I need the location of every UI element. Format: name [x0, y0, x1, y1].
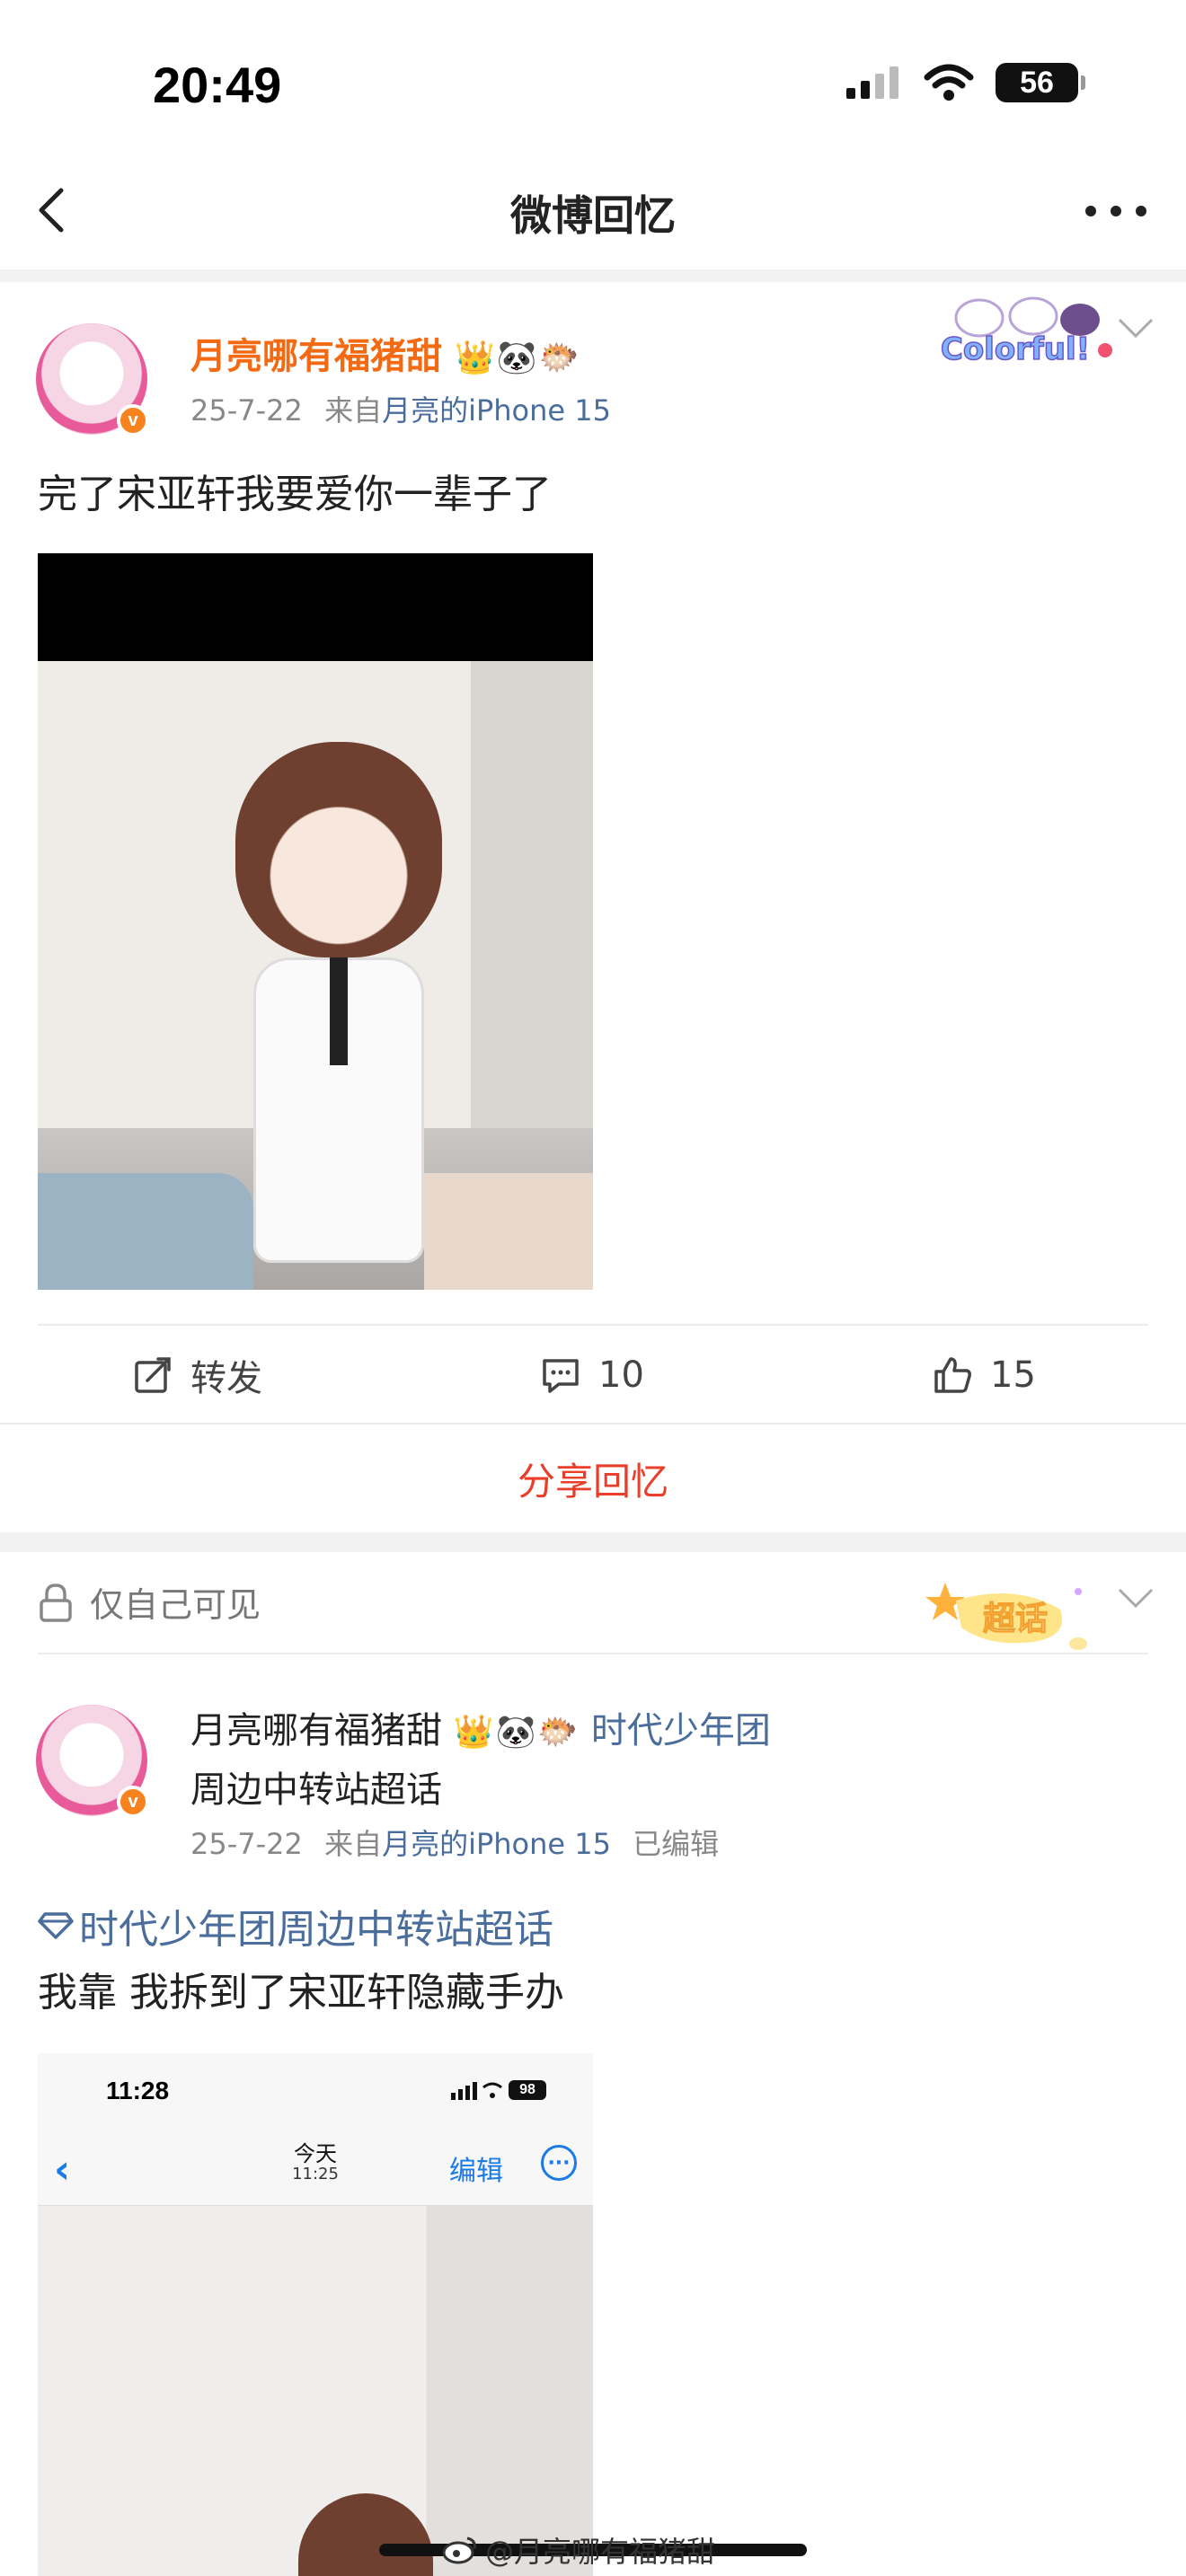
topic-link[interactable]: 时代少年团周边中转站超话 — [38, 1897, 553, 1954]
screenshot-title: 今天 — [294, 2141, 337, 2166]
battery-icon: 56 — [996, 63, 1085, 102]
lock-icon — [40, 1583, 72, 1622]
avatar[interactable]: v — [36, 323, 149, 437]
post-device[interactable]: 月亮的iPhone 15 — [382, 393, 611, 428]
thumbs-up-icon — [934, 1357, 971, 1393]
from-prefix: 来自 — [324, 393, 383, 428]
screenshot-signal-wifi-icon — [451, 2082, 502, 2100]
cellular-signal-icon — [846, 66, 898, 99]
status-bar: 20:49 56 — [0, 0, 1186, 153]
comment-count: 10 — [598, 1354, 644, 1396]
post-user-name[interactable]: 月亮哪有福猪甜 👑🐼🐡 — [190, 327, 580, 379]
share-memory-button[interactable]: 分享回忆 — [0, 1425, 1186, 1532]
topic-link-text: 时代少年团周边中转站超话 — [79, 1907, 553, 1953]
screenshot-time: 11:28 — [106, 2077, 170, 2104]
watermark-text: @月亮哪有福猪甜 — [485, 2535, 716, 2569]
verified-badge-icon: v — [117, 404, 149, 437]
post-date: 25-7-22 — [190, 1827, 303, 1861]
name-emoji-icons: 👑🐼🐡 — [453, 1714, 580, 1751]
super-topic-badge: 超话 — [925, 1583, 1087, 1650]
action-bar: 转发 10 15 — [0, 1326, 1186, 1425]
colorful-badge-text: Colorful! — [941, 331, 1090, 367]
chevron-down-icon[interactable] — [1116, 314, 1155, 341]
post-meta: 25-7-22 来自月亮的iPhone 15 — [190, 388, 611, 429]
diamond-icon — [38, 1912, 74, 1939]
more-options-icon[interactable] — [1082, 189, 1150, 234]
post-device[interactable]: 月亮的iPhone 15 — [382, 1827, 611, 1861]
header-divider — [38, 1653, 1148, 1654]
screenshot-edit-label: 编辑 — [449, 2156, 503, 2187]
page-title: 微博回忆 — [510, 191, 676, 240]
screenshot-subtitle: 11:25 — [292, 2165, 339, 2183]
comment-icon — [543, 1359, 579, 1393]
name-emoji-icons: 👑🐼🐡 — [454, 340, 581, 376]
visibility-indicator: 仅自己可见 — [38, 1577, 261, 1627]
post-image[interactable]: 11:28 98 ‹ 今天 11:25 编辑 ··· — [38, 2053, 593, 2576]
super-topic-badge-text: 超话 — [983, 1601, 1048, 1637]
doll-head — [235, 742, 442, 957]
screenshot-nav-bar: ‹ 今天 11:25 编辑 ··· — [38, 2125, 593, 2206]
comment-button[interactable]: 10 — [539, 1326, 644, 1425]
repost-icon — [135, 1357, 171, 1393]
colorful-decoration-badge: Colorful! — [940, 296, 1112, 368]
verified-badge-icon: v — [117, 1786, 149, 1818]
topic-name-tail-1[interactable]: 时代少年团 — [591, 1710, 771, 1751]
memory-post-card: v 月亮哪有福猪甜 👑🐼🐡 25-7-22 来自月亮的iPhone 15 Col… — [0, 282, 1186, 1423]
post-meta: 25-7-22 来自月亮的iPhone 15 已编辑 — [190, 1822, 719, 1863]
status-icons: 56 — [845, 63, 1085, 102]
user-name-text: 月亮哪有福猪甜 — [190, 336, 442, 377]
doll-tie — [330, 957, 348, 1065]
status-time: 20:49 — [153, 57, 282, 113]
repost-button[interactable]: 转发 — [131, 1326, 262, 1425]
image-pillow — [38, 1173, 253, 1290]
screenshot-battery-icon: 98 — [509, 2080, 546, 2100]
visibility-label: 仅自己可见 — [90, 1585, 261, 1625]
user-name-text: 月亮哪有福猪甜 — [190, 1710, 442, 1751]
like-button[interactable]: 15 — [931, 1326, 1036, 1425]
post-text: 完了宋亚轩我要爱你一辈子了 — [38, 472, 552, 517]
repost-label: 转发 — [190, 1358, 262, 1399]
topic-name-tail-2[interactable]: 周边中转站超话 — [190, 1760, 442, 1813]
like-count: 15 — [990, 1354, 1036, 1396]
avatar[interactable]: v — [36, 1705, 149, 1818]
post-user-name[interactable]: 月亮哪有福猪甜 👑🐼🐡 时代少年团 — [190, 1701, 771, 1753]
chevron-down-icon[interactable] — [1116, 1584, 1155, 1611]
wifi-icon — [924, 64, 974, 101]
screenshot-more-icon: ··· — [541, 2145, 577, 2181]
from-prefix: 来自 — [324, 1827, 383, 1861]
post-image[interactable] — [38, 553, 593, 1290]
image-poster — [424, 1173, 593, 1290]
image-black-strip — [38, 553, 593, 661]
memory-post-card-2: 仅自己可见 超话 v 月亮哪有福猪甜 👑🐼🐡 时代少年团 周边中转站超话 25-… — [0, 1552, 1186, 2576]
edited-label: 已编辑 — [633, 1827, 720, 1861]
screenshot-status-bar: 11:28 98 — [38, 2053, 593, 2125]
post-date: 25-7-22 — [190, 393, 303, 428]
nav-bar: 微博回忆 — [0, 153, 1186, 269]
weibo-logo-icon — [442, 2536, 476, 2564]
post-text: 我靠 我拆到了宋亚轩隐藏手办 — [38, 1970, 564, 2016]
share-memory-label: 分享回忆 — [517, 1459, 668, 1504]
watermark: @月亮哪有福猪甜 — [442, 2529, 715, 2571]
